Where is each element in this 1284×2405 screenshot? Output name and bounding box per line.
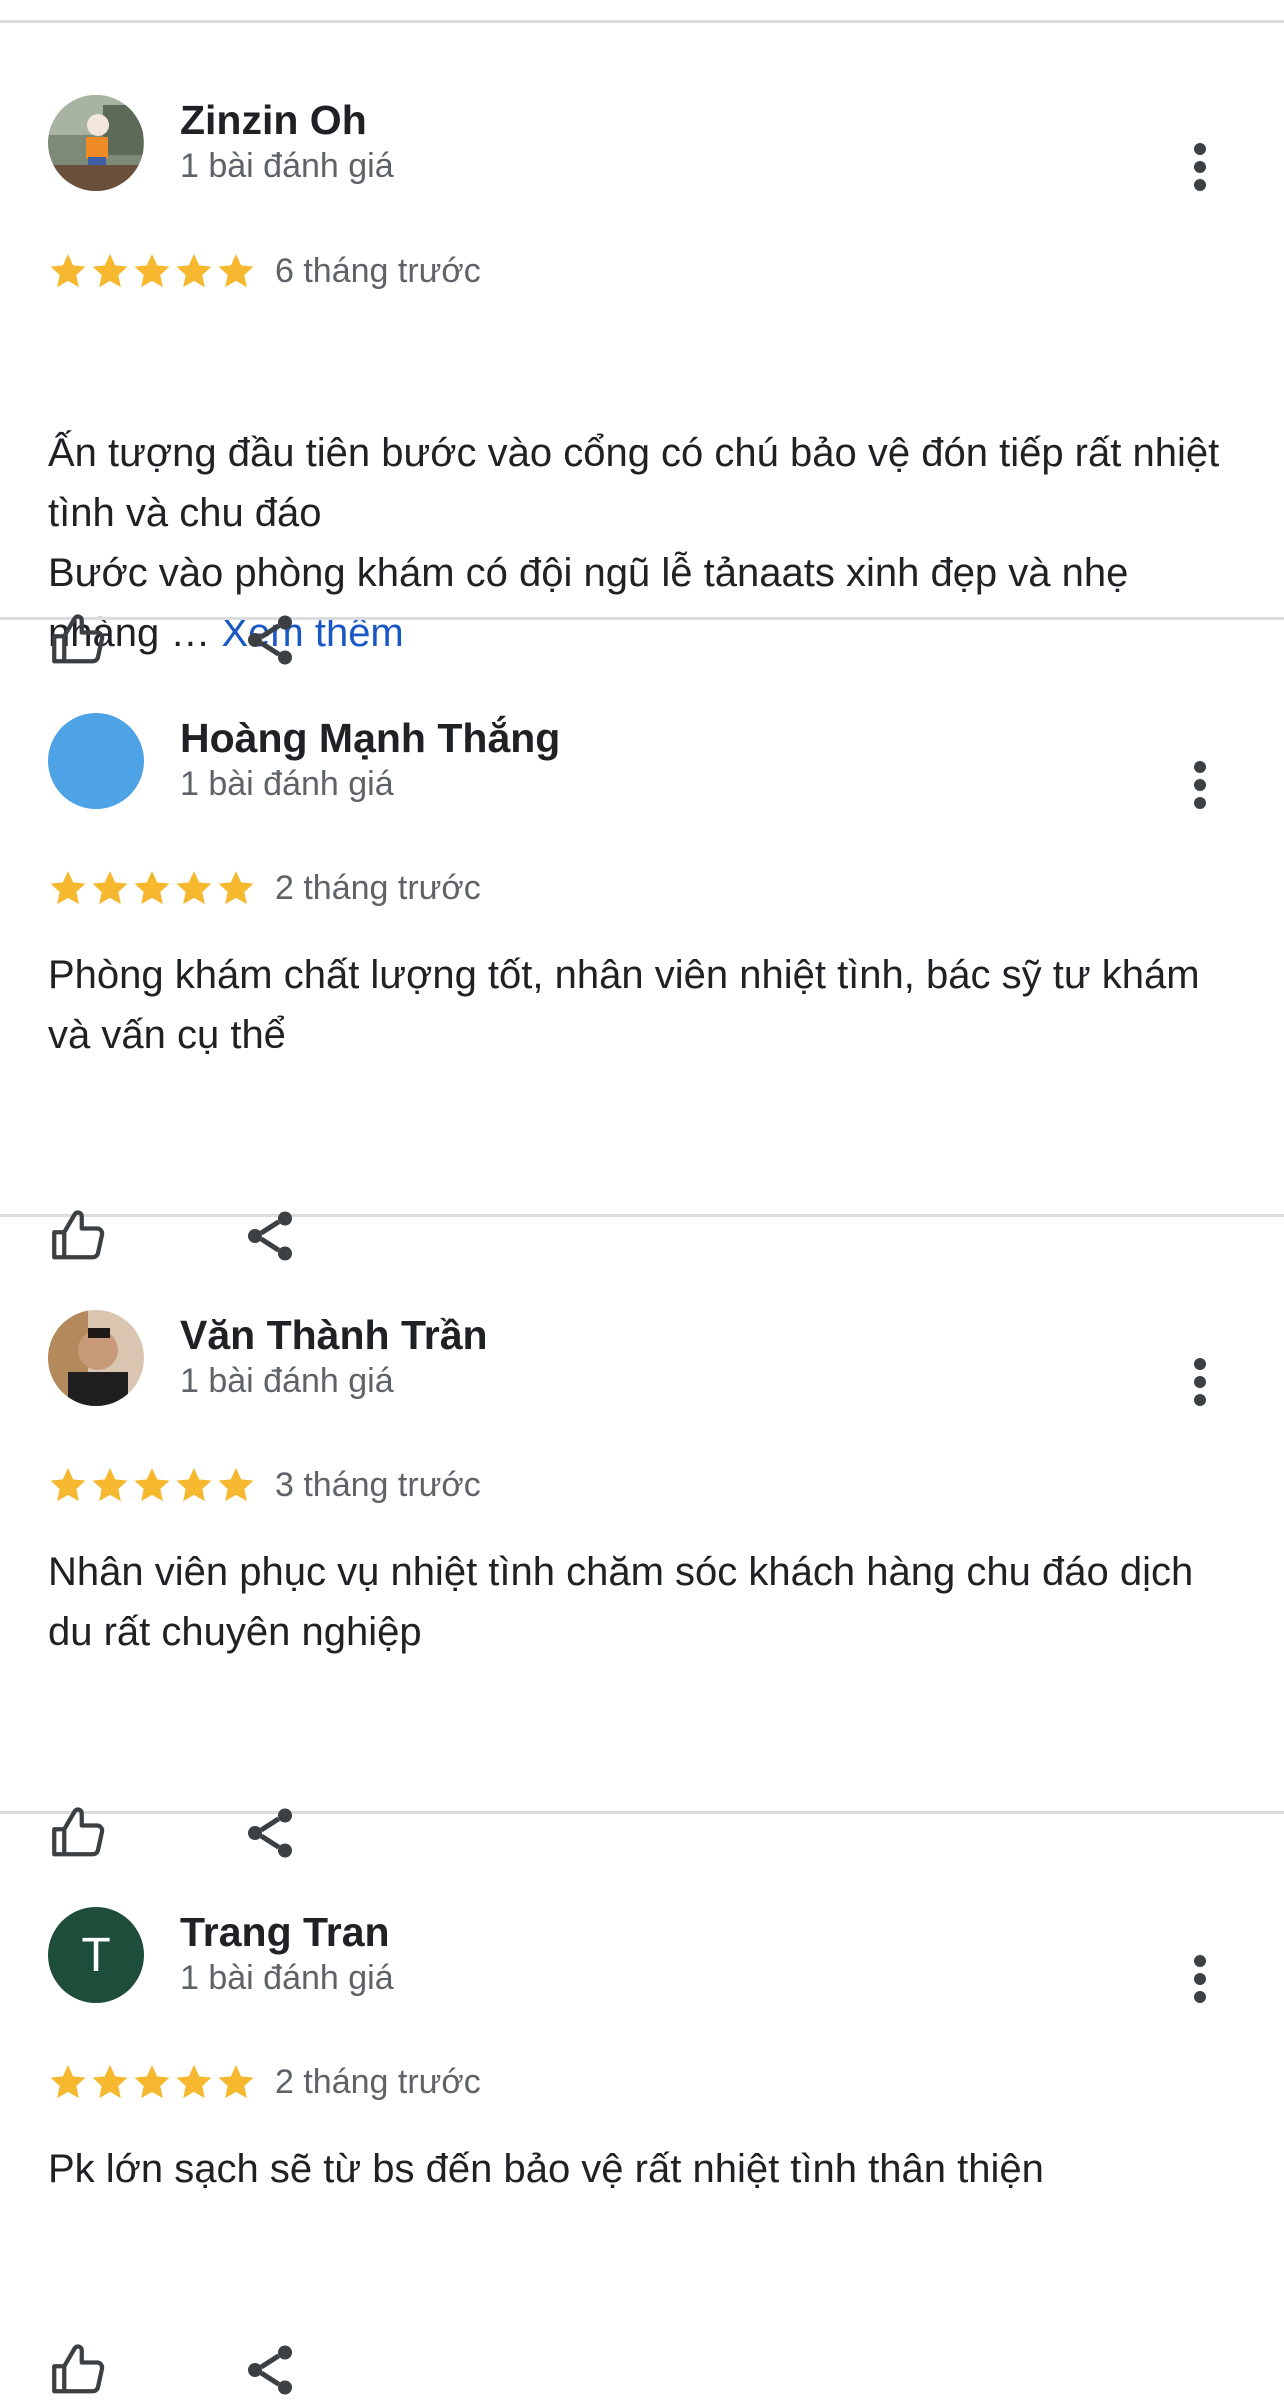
share-icon: [248, 615, 292, 665]
reviewer-name[interactable]: Văn Thành Trần: [180, 1312, 488, 1359]
like-button[interactable]: [48, 610, 112, 674]
review-text: Pk lớn sạch sẽ từ bs đến bảo vệ rất nhiệ…: [48, 2147, 1044, 2191]
star-icon: [134, 871, 170, 905]
review-count: 1 bài đánh giá: [180, 147, 394, 185]
like-button[interactable]: [48, 1803, 112, 1867]
avatar[interactable]: T: [48, 1907, 144, 2003]
star-icon: [50, 1468, 86, 1502]
star-icon: [176, 1468, 212, 1502]
star-icon: [218, 1468, 254, 1502]
more-vert-icon: [1194, 1955, 1206, 2003]
avatar[interactable]: [48, 95, 144, 191]
star-icon: [176, 2065, 212, 2099]
thumb-up-icon: [52, 1210, 105, 1260]
review-time: 3 tháng trước: [275, 1466, 481, 1504]
reviewer-name[interactable]: Trang Tran: [180, 1909, 390, 1956]
share-button[interactable]: [240, 1803, 304, 1867]
star-icon: [92, 871, 128, 905]
review-time: 6 tháng trước: [275, 252, 481, 290]
star-icon: [134, 1468, 170, 1502]
share-icon: [248, 1808, 292, 1858]
thumb-up-icon: [52, 2344, 105, 2394]
avatar-circle: [48, 713, 144, 809]
user-photo-icon: [48, 1310, 144, 1406]
thumb-up-icon: [52, 1807, 105, 1857]
share-icon: [248, 1211, 292, 1261]
review-card: Hoàng Mạnh Thắng 1 bài đánh giá 2 tháng …: [0, 620, 1284, 1217]
review-text: Phòng khám chất lượng tốt, nhân viên nhi…: [48, 953, 1211, 1057]
share-button[interactable]: [240, 610, 304, 674]
share-button[interactable]: [240, 2340, 304, 2404]
thumb-up-icon: [52, 614, 105, 664]
review-count: 1 bài đánh giá: [180, 1362, 394, 1400]
star-icon: [134, 2065, 170, 2099]
review-text: Nhân viên phục vụ nhiệt tình chăm sóc kh…: [48, 1550, 1205, 1654]
star-icon: [50, 254, 86, 288]
review-card: T Trang Tran 1 bài đánh giá 2 tháng trướ…: [0, 1814, 1284, 2362]
share-icon: [248, 2345, 292, 2395]
star-icon: [218, 2065, 254, 2099]
star-rating: [48, 2062, 258, 2102]
more-options-button[interactable]: [1176, 1947, 1224, 2011]
star-icon: [176, 871, 212, 905]
star-icon: [92, 254, 128, 288]
avatar-letter: T: [81, 1928, 111, 1982]
avatar[interactable]: [48, 713, 144, 809]
star-icon: [218, 871, 254, 905]
star-icon: [50, 2065, 86, 2099]
review-time: 2 tháng trước: [275, 869, 481, 907]
more-options-button[interactable]: [1176, 753, 1224, 817]
review-count: 1 bài đánh giá: [180, 1959, 394, 1997]
review-time: 2 tháng trước: [275, 2063, 481, 2101]
review-card: Zinzin Oh 1 bài đánh giá 6 tháng trước Ấ…: [0, 23, 1284, 655]
like-button[interactable]: [48, 1206, 112, 1270]
user-photo-icon: [48, 95, 144, 191]
avatar[interactable]: [48, 1310, 144, 1406]
review-card: Văn Thành Trần 1 bài đánh giá 3 tháng tr…: [0, 1217, 1284, 1814]
more-vert-icon: [1194, 143, 1206, 191]
star-icon: [50, 871, 86, 905]
star-icon: [92, 1468, 128, 1502]
share-button[interactable]: [240, 1206, 304, 1270]
like-button[interactable]: [48, 2340, 112, 2404]
star-icon: [134, 254, 170, 288]
reviewer-name[interactable]: Hoàng Mạnh Thắng: [180, 715, 560, 762]
review-count: 1 bài đánh giá: [180, 765, 394, 803]
more-vert-icon: [1194, 761, 1206, 809]
reviewer-name[interactable]: Zinzin Oh: [180, 97, 367, 144]
star-icon: [92, 2065, 128, 2099]
star-rating: [48, 251, 258, 291]
more-options-button[interactable]: [1176, 135, 1224, 199]
star-rating: [48, 1465, 258, 1505]
star-rating: [48, 868, 258, 908]
more-vert-icon: [1194, 1358, 1206, 1406]
star-icon: [218, 254, 254, 288]
star-icon: [176, 254, 212, 288]
more-options-button[interactable]: [1176, 1350, 1224, 1414]
